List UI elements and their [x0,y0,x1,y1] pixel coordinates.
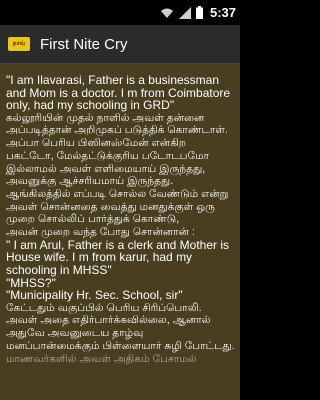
story-line: ஆங்கிலத்தில் எப்படி சொல்ல வேண்டும் என்று… [6,188,229,226]
app-icon-label: நாவ் [12,40,26,47]
story-line: அப்பா பெரிய பிஸினஸ்மேன் என்கிற பகட்டோ, ம… [6,137,210,188]
status-bar: 5:37 [0,0,240,25]
story-content[interactable]: "I am Ilavarasi, Father is a businessman… [0,64,240,400]
app-icon: நாவ் [8,37,30,51]
app-title: First Nite Cry [40,35,128,53]
status-icons: 5:37 [160,4,236,21]
story-line: "Municipality Hr. Sec. School, sir" [6,288,183,303]
clock: 5:37 [209,5,236,20]
app-title-bar: நாவ் First Nite Cry [0,25,240,64]
story-line: கல்லூரியின் முதல் நாளில் அவள் தன்னை அப்ப… [6,111,228,137]
story-line: கேட்டதும் வகுப்பில் பெரிய சிரிப்பொலி. அவ… [6,301,235,352]
story-line: "I am Ilavarasi, Father is a businessman… [6,73,231,113]
story-line: அவன் முறை வந்த போது சொன்னான் : [6,226,195,239]
wifi-icon [160,8,173,18]
battery-icon [195,6,203,19]
story-line-partial: மாணவர்களில் அவள் அதிகம் பேசாமல் [6,352,197,365]
story-text: "I am Ilavarasi, Father is a businessman… [6,74,235,365]
signal-icon [178,6,191,19]
story-line: " I am Arul, Father is a clerk and Mothe… [6,237,230,277]
